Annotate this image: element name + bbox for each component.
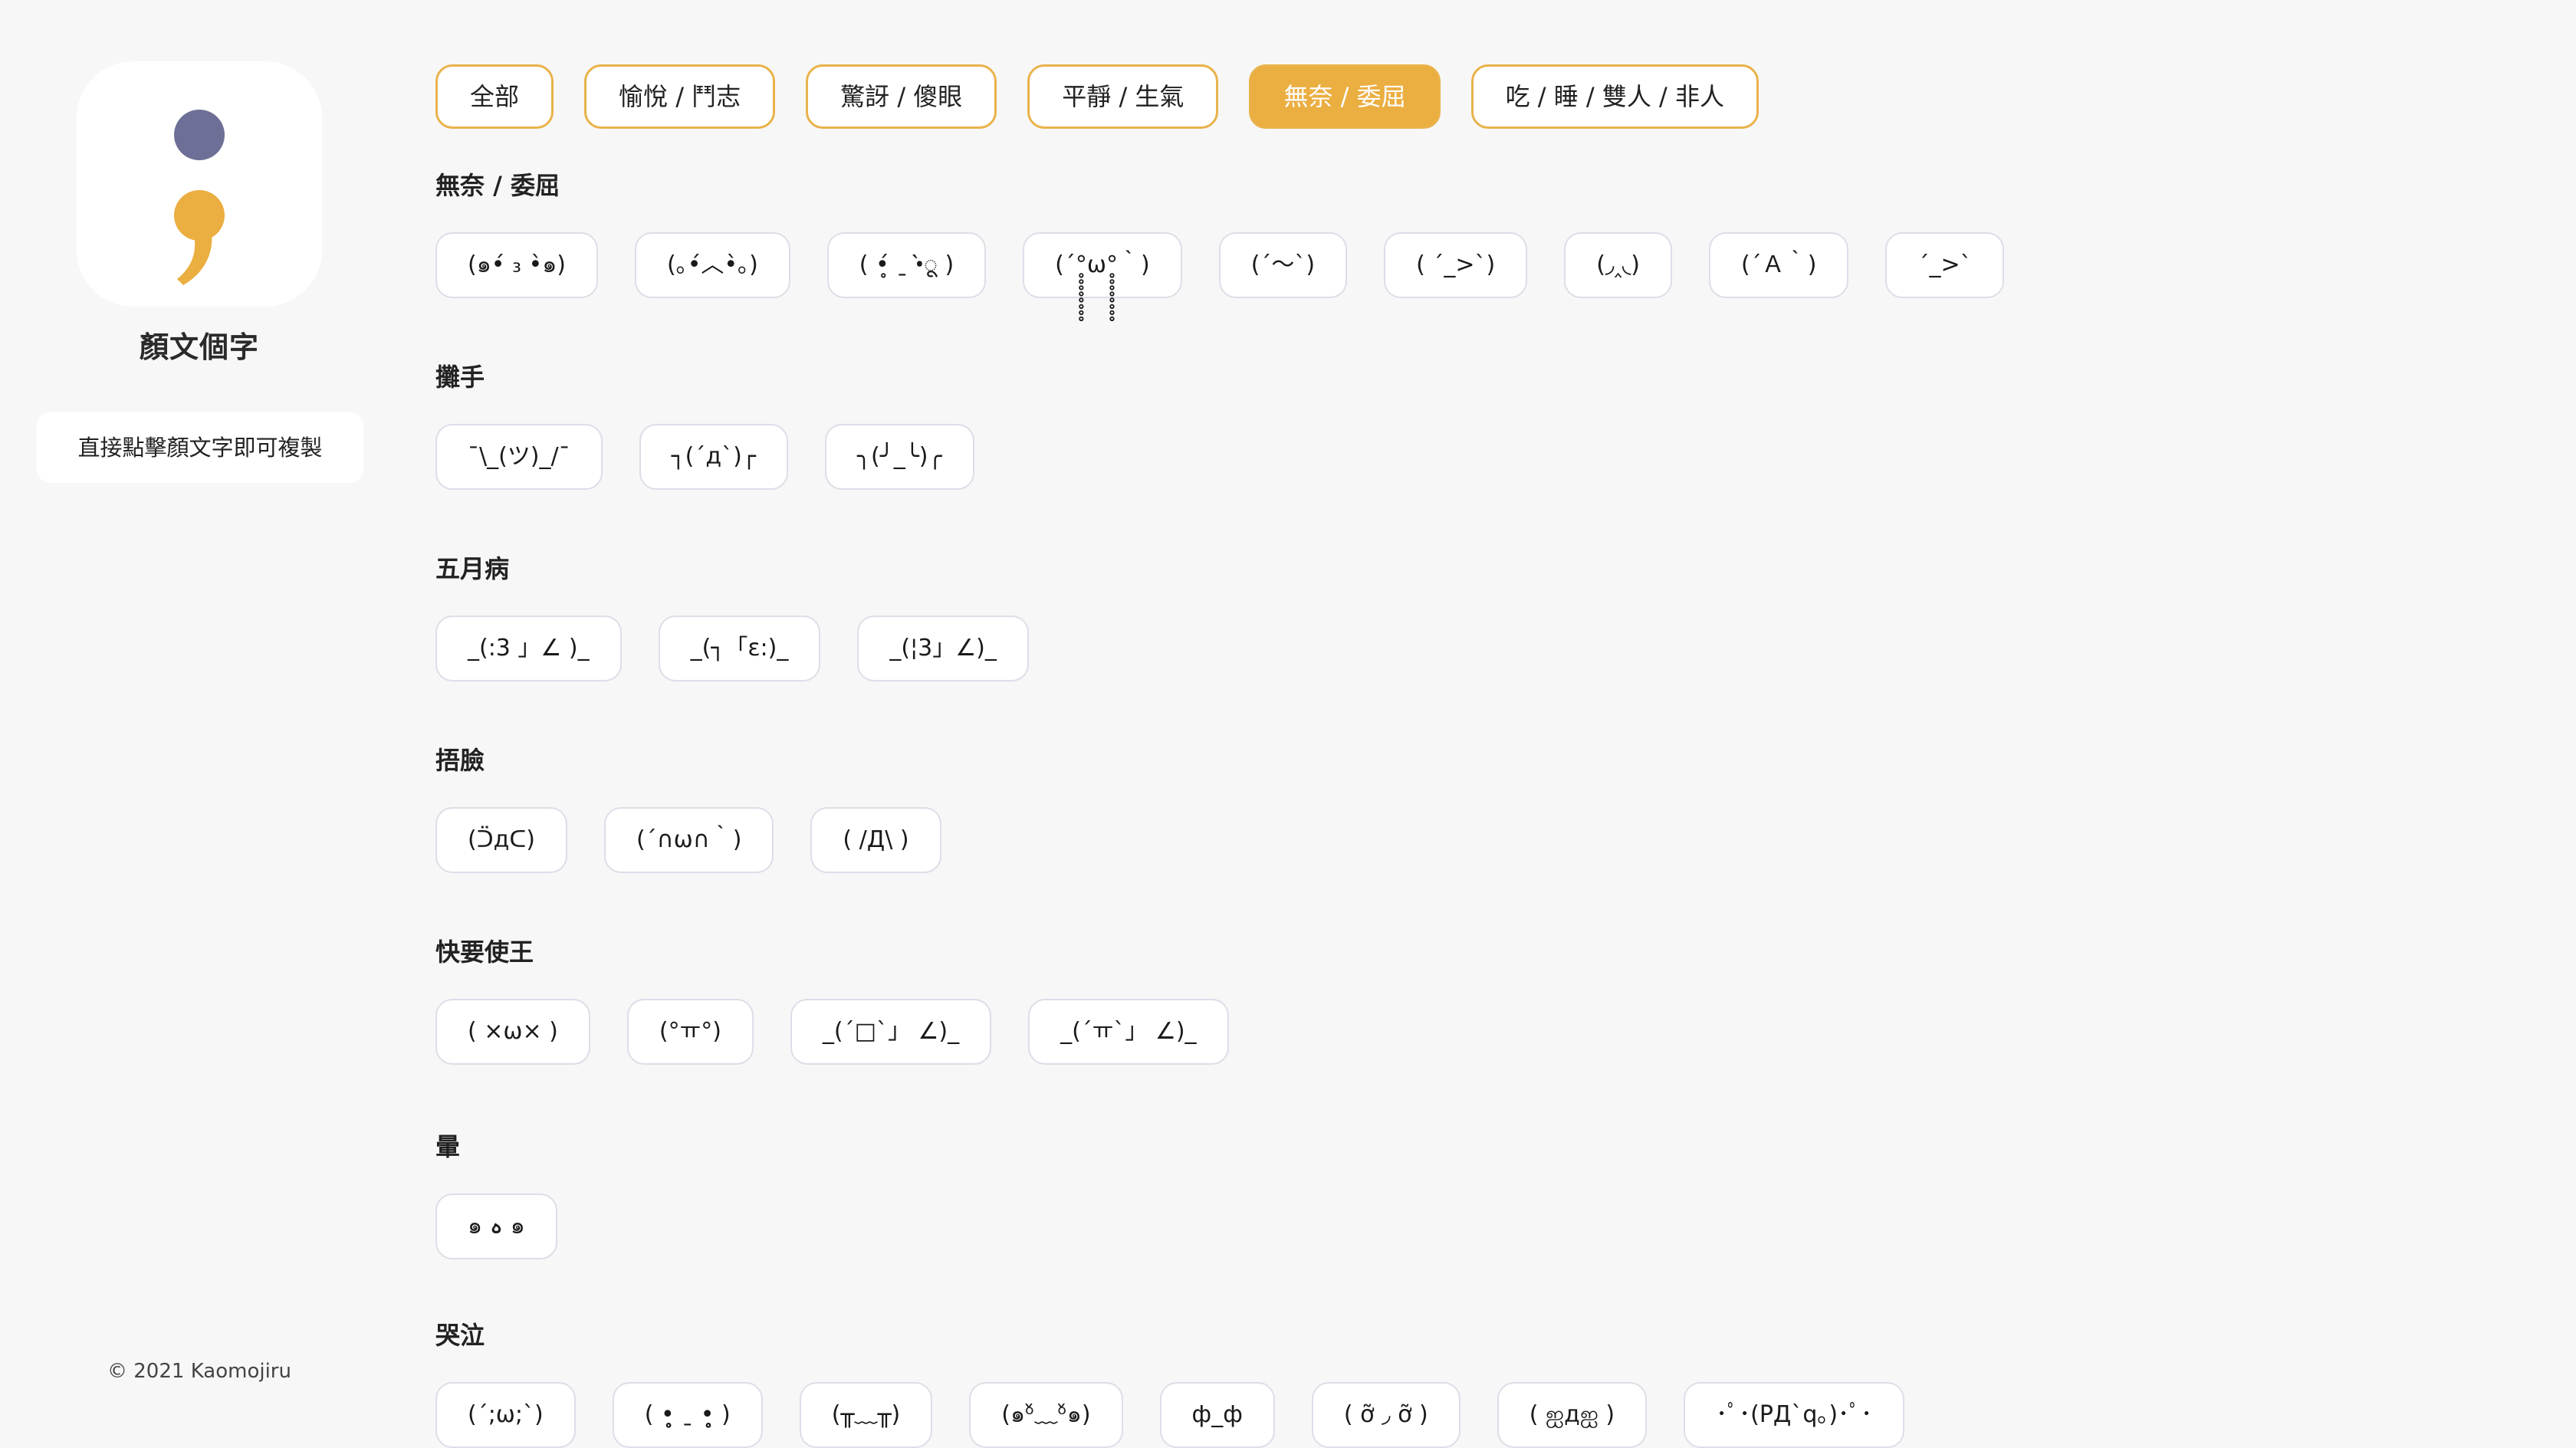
kaomoji-chip[interactable]: ( •̥́ ˍ •̀ू ): [826, 232, 987, 298]
kaomoji-list: (๑•́ ₃ •̀๑) (｡•́︿•̀｡) ( •̥́ ˍ •̀ू ) (´°̥̥̥̥…: [435, 232, 2004, 298]
section-title: 攤手: [435, 363, 485, 392]
kaomoji-chip[interactable]: ╮(╯_╰)╭: [824, 424, 974, 490]
kaomoji-list: ( ×ω× ) (°ㅠ°) _(´□`」 ∠)_ _(´ㅠ`」 ∠)_: [435, 999, 1229, 1065]
kaomoji-list: _(:3 」∠ )_ _(┐「ε:)_ _(¦3」∠)_: [435, 616, 1029, 681]
sidebar: 顏文個字 直接點擊顏文字即可複製 © 2021 Kaomojiru: [0, 0, 399, 1433]
app-title: 顏文個字: [139, 330, 259, 364]
tab-5[interactable]: 吃 / 睡 / 雙人 / 非人: [1470, 64, 1759, 129]
kaomoji-chip[interactable]: _(¦3」∠)_: [857, 616, 1029, 681]
tab-0[interactable]: 全部: [435, 64, 554, 129]
kaomoji-list: ๑ ہ ๑: [435, 1194, 557, 1259]
kaomoji-chip[interactable]: (๑ᵒ̌﹏ᵒ̌๑): [969, 1382, 1123, 1448]
kaomoji-chip[interactable]: (´∩ω∩｀): [603, 807, 774, 873]
section: 快要使王 ( ×ω× ) (°ㅠ°) _(´□`」 ∠)_ _(´ㅠ`」 ∠)_: [435, 935, 1229, 1065]
kaomoji-chip[interactable]: (ᑒдᑕ): [435, 807, 567, 873]
kaomoji-chip[interactable]: _(┐「ε:)_: [658, 616, 821, 681]
section: 五月病 _(:3 」∠ )_ _(┐「ε:)_ _(¦3」∠)_: [435, 552, 1029, 681]
section: 暈 ๑ ہ ๑: [435, 1130, 557, 1259]
kaomoji-chip[interactable]: (｡•́︿•̀｡): [634, 232, 790, 298]
kaomoji-chip[interactable]: (╥﹏╥): [799, 1382, 933, 1448]
kaomoji-chip[interactable]: (´°̥̥̥̥̥̥̥̥ω°̥̥̥̥̥̥̥̥｀): [1023, 232, 1182, 298]
kaomoji-chip[interactable]: (◞‸◟): [1564, 232, 1673, 298]
kaomoji-chip[interactable]: (´;ω;`): [435, 1382, 576, 1448]
kaomoji-chip[interactable]: ┐(´д`)┌: [639, 424, 788, 490]
section-title: 快要使王: [435, 937, 534, 967]
kaomoji-chip[interactable]: _(´□`」 ∠)_: [790, 999, 992, 1065]
kaomoji-chip[interactable]: (°ㅠ°): [626, 999, 754, 1065]
section: 無奈 / 委屈 (๑•́ ₃ •̀๑) (｡•́︿•̀｡) ( •̥́ ˍ •̀ू )…: [435, 169, 2004, 298]
section-title: 捂臉: [435, 746, 485, 775]
footer-copyright: © 2021 Kaomojiru: [107, 1360, 291, 1383]
kaomoji-chip[interactable]: (๑•́ ₃ •̀๑): [435, 232, 598, 298]
kaomoji-chip[interactable]: ･ﾟ･(PД`q｡)･ﾟ･: [1684, 1382, 1905, 1448]
kaomoji-chip[interactable]: ( /Д\ ): [810, 807, 941, 873]
kaomoji-chip[interactable]: ( •̥̥̥̥̥̥̥̥ ˍ •̥̥̥̥̥̥̥̥ ): [612, 1382, 763, 1448]
category-tabs: 全部 愉悅 / 鬥志 驚訝 / 傻眼 平靜 / 生氣 無奈 / 委屈吃 / 睡 / 雙人…: [435, 64, 1759, 129]
kaomoji-list: ¯\_(ツ)_/¯ ┐(´д`)┌ ╮(╯_╰)╭: [435, 424, 974, 490]
logo-dot-icon: [174, 110, 225, 160]
kaomoji-chip[interactable]: (´～`): [1218, 232, 1348, 298]
main-content: 全部 愉悅 / 鬥志 驚訝 / 傻眼 平靜 / 生氣 無奈 / 委屈吃 / 睡 / 雙人…: [435, 0, 2551, 1448]
section: 捂臉 (ᑒдᑕ) (´∩ω∩｀) ( /Д\ ): [435, 744, 941, 873]
section-title: 暈: [435, 1132, 461, 1161]
kaomoji-list: (´;ω;`) ( •̥̥̥̥̥̥̥̥ ˍ •̥̥̥̥̥̥̥̥ ) (╥﹏╥) (๑ᵒ…: [435, 1382, 1905, 1448]
section: 攤手 ¯\_(ツ)_/¯ ┐(´д`)┌ ╮(╯_╰)╭: [435, 360, 974, 490]
kaomoji-chip[interactable]: ( ×ω× ): [435, 999, 590, 1065]
section-title: 五月病: [435, 554, 510, 583]
kaomoji-chip[interactable]: ˊ_>ˋ: [1885, 232, 2004, 298]
kaomoji-chip[interactable]: ( ỡ ◞ ỡ ): [1311, 1382, 1460, 1448]
kaomoji-list: (ᑒдᑕ) (´∩ω∩｀) ( /Д\ ): [435, 807, 941, 873]
kaomoji-chip[interactable]: ๑ ہ ๑: [435, 1194, 557, 1259]
app-logo: [77, 61, 322, 307]
kaomoji-chip[interactable]: ( ´_>`): [1384, 232, 1528, 298]
kaomoji-chip[interactable]: (´Ａ｀): [1709, 232, 1849, 298]
copy-hint: 直接點擊顏文字即可複製: [37, 412, 363, 483]
section: 哭泣 (´;ω;`)( •̥̥̥̥̥̥̥̥ ˍ •̥̥̥̥̥̥̥̥ ) (╥﹏╥)(…: [435, 1318, 1905, 1448]
kaomoji-chip[interactable]: ф_ф: [1159, 1382, 1275, 1448]
logo-comma-icon: [174, 190, 225, 285]
kaomoji-chip[interactable]: _(:3 」∠ )_: [435, 616, 622, 681]
section-title: 哭泣: [435, 1321, 485, 1350]
kaomoji-chip[interactable]: ( ஐдஐ ): [1497, 1382, 1648, 1448]
tab-1[interactable]: 愉悅 / 鬥志: [584, 64, 776, 129]
tab-4[interactable]: 無奈 / 委屈: [1249, 64, 1441, 129]
kaomoji-chip[interactable]: ¯\_(ツ)_/¯: [435, 424, 603, 490]
kaomoji-chip[interactable]: _(´ㅠ`」 ∠)_: [1028, 999, 1229, 1065]
tab-2[interactable]: 驚訝 / 傻眼: [806, 64, 997, 129]
tab-3[interactable]: 平靜 / 生氣: [1027, 64, 1219, 129]
section-title: 無奈 / 委屈: [435, 171, 560, 200]
